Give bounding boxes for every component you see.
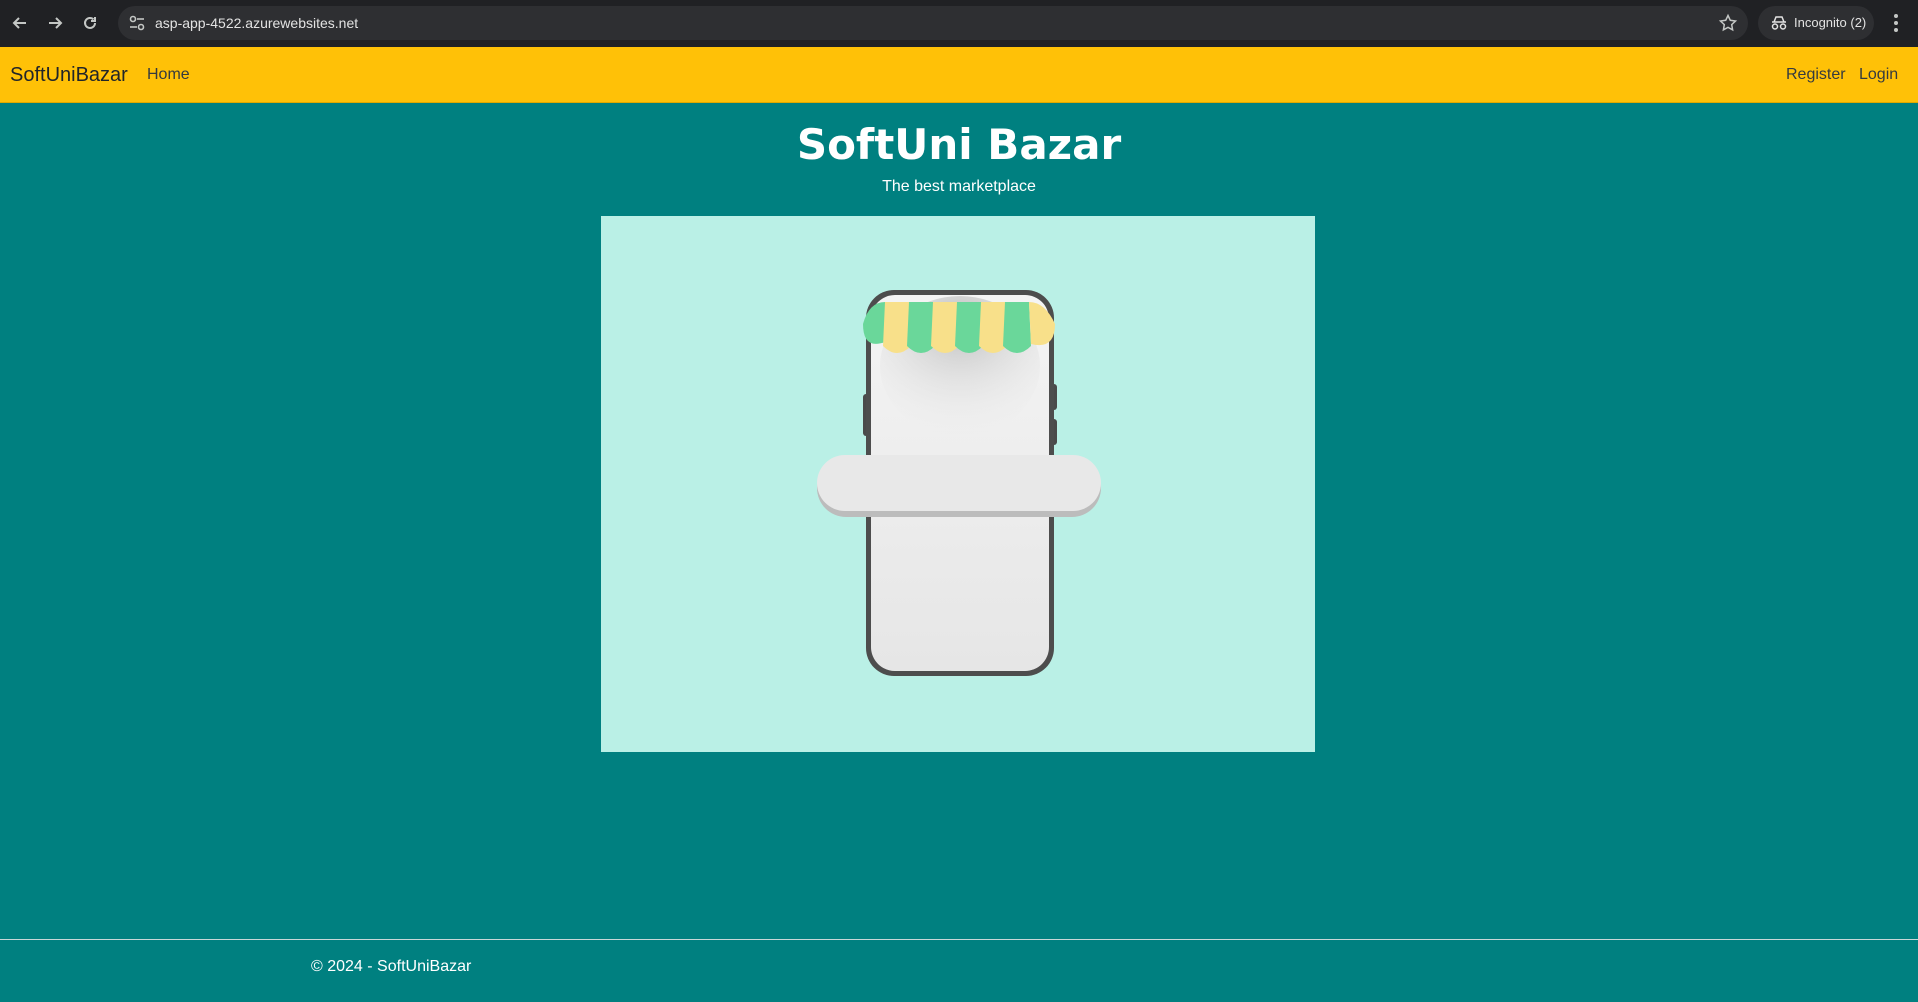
address-bar[interactable]: asp-app-4522.azurewebsites.net <box>118 6 1748 40</box>
site-navbar: SoftUniBazar Home Register Login <box>0 47 1918 103</box>
bookmark-star-icon[interactable] <box>1718 13 1738 33</box>
brand-link[interactable]: SoftUniBazar <box>10 47 128 103</box>
page-title: SoftUni Bazar <box>796 120 1122 169</box>
browser-toolbar: asp-app-4522.azurewebsites.net Incognito… <box>0 0 1918 47</box>
phone-storefront-illustration <box>817 290 1101 676</box>
back-icon[interactable] <box>8 11 32 35</box>
site-footer: © 2024 - SoftUniBazar <box>0 939 1918 1002</box>
browser-menu-icon[interactable] <box>1884 11 1908 35</box>
page-subtitle: The best marketplace <box>882 178 1036 195</box>
forward-icon[interactable] <box>43 11 67 35</box>
reload-icon[interactable] <box>78 11 102 35</box>
incognito-icon <box>1771 16 1787 30</box>
main-content: SoftUni Bazar The best marketplace <box>0 104 1918 939</box>
url-text[interactable]: asp-app-4522.azurewebsites.net <box>155 6 358 40</box>
footer-copyright: © 2024 - SoftUniBazar <box>311 958 472 975</box>
nav-link-register[interactable]: Register <box>1786 47 1846 103</box>
incognito-button[interactable]: Incognito (2) <box>1758 6 1874 40</box>
nav-link-home[interactable]: Home <box>147 47 190 103</box>
nav-link-login[interactable]: Login <box>1859 47 1898 103</box>
hero-image <box>601 216 1315 752</box>
incognito-label: Incognito (2) <box>1794 15 1867 30</box>
site-info-icon[interactable] <box>128 14 146 32</box>
